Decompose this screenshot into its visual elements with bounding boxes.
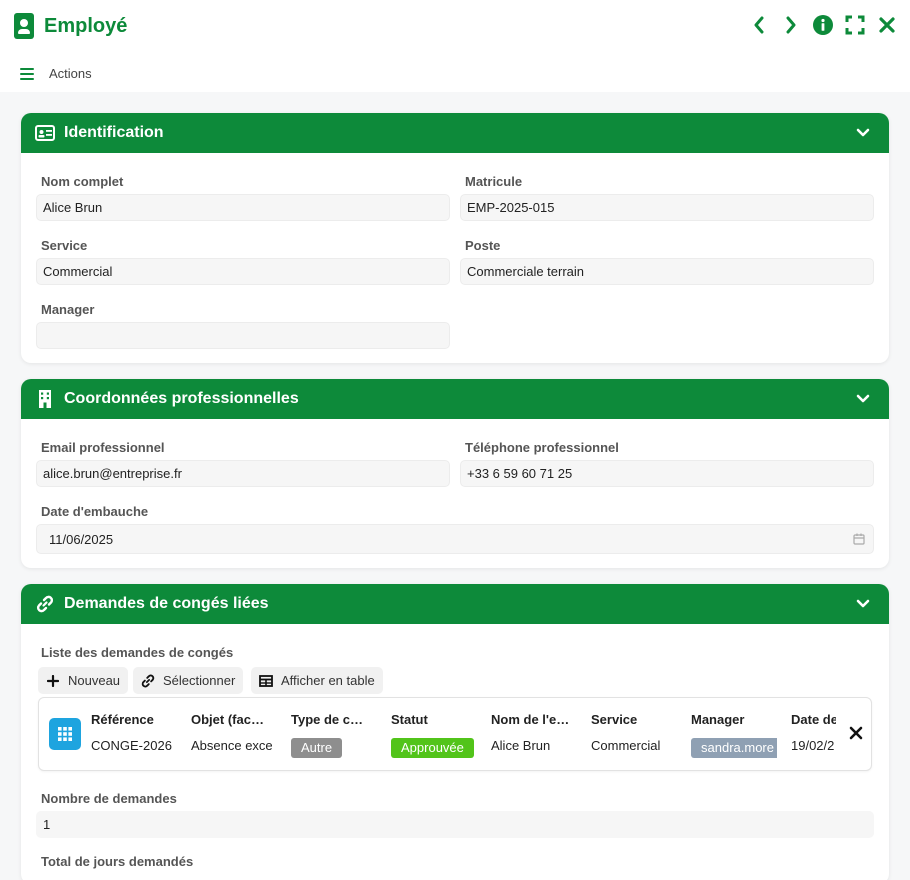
identification-title: Identification [64, 124, 164, 141]
chevron-down-icon[interactable] [855, 596, 871, 612]
matricule-label: Matricule [465, 174, 523, 189]
selectionner-button[interactable]: Sélectionner [133, 667, 244, 694]
email-label: Email professionnel [41, 440, 165, 455]
nombre-demandes-label: Nombre de demandes [41, 791, 177, 806]
identification-section: Identification Nom complet Alice Brun Ma… [21, 113, 889, 363]
cell-manager: sandra.more [691, 738, 777, 758]
actions-label: Actions [49, 66, 92, 81]
conges-title: Demandes de congés liées [64, 595, 269, 612]
actions-menu[interactable]: Actions [20, 66, 92, 81]
col-header-service: Service [591, 712, 638, 727]
telephone-label: Téléphone professionnel [465, 440, 619, 455]
close-icon [849, 726, 863, 740]
col-header-manager: Manager [691, 712, 745, 727]
coordonnees-header[interactable]: Coordonnées professionnelles [21, 379, 889, 419]
window-title-area: Employé [14, 13, 127, 39]
col-header-type: Type de c… [291, 712, 364, 727]
poste-label: Poste [465, 238, 501, 253]
cell-reference: CONGE-2026 [91, 738, 172, 753]
expand-icon [845, 15, 865, 35]
col-header-statut: Statut [391, 712, 428, 727]
nom-complet-field[interactable]: Alice Brun [36, 194, 450, 221]
conges-header[interactable]: Demandes de congés liées [21, 584, 889, 624]
cell-statut: Approuvée [391, 738, 479, 758]
top-bar: Employé Actions [0, 0, 910, 92]
close-icon [879, 17, 895, 33]
link-icon [35, 595, 55, 613]
cell-nom: Alice Brun [491, 738, 551, 753]
hamburger-menu-icon [20, 67, 34, 80]
chevron-left-icon [754, 16, 764, 34]
nouveau-button[interactable]: Nouveau [38, 667, 129, 694]
table-icon [259, 674, 273, 688]
statut-badge: Approuvée [391, 738, 474, 758]
cell-service: Commercial [591, 738, 661, 753]
cell-type: Autre [291, 738, 379, 758]
coordonnees-title: Coordonnées professionnelles [64, 390, 299, 407]
nom-complet-label: Nom complet [41, 174, 124, 189]
conges-section: Demandes de congés liées Liste des deman… [21, 584, 889, 880]
remove-link-button[interactable] [849, 726, 863, 740]
date-embauche-label: Date d'embauche [41, 504, 149, 519]
telephone-field[interactable]: +33 6 59 60 71 25 [460, 460, 874, 487]
chevron-down-icon[interactable] [855, 125, 871, 141]
col-header-nom: Nom de l'e… [491, 712, 570, 727]
chevron-right-icon [786, 16, 796, 34]
selectionner-label: Sélectionner [163, 673, 236, 688]
liste-demandes-label: Liste des demandes de congés [41, 645, 234, 660]
service-field[interactable]: Commercial [36, 258, 450, 285]
plus-icon [46, 674, 60, 688]
window-title: Employé [44, 14, 128, 37]
afficher-table-button[interactable]: Afficher en table [251, 667, 383, 694]
email-field[interactable]: alice.brun@entreprise.fr [36, 460, 450, 487]
link-icon [141, 674, 155, 688]
poste-field[interactable]: Commerciale terrain [460, 258, 874, 285]
fullscreen-button[interactable] [844, 14, 866, 36]
nouveau-label: Nouveau [68, 673, 121, 688]
conge-record-card[interactable]: Référence Objet (fac… Type de c… Statut … [38, 697, 872, 771]
manager-field[interactable] [36, 322, 450, 349]
coordonnees-section: Coordonnées professionnelles Email profe… [21, 379, 889, 568]
matricule-field[interactable]: EMP-2025-015 [460, 194, 874, 221]
grid-icon [49, 718, 81, 750]
nombre-demandes-field[interactable]: 1 [36, 811, 874, 838]
building-icon [35, 390, 55, 408]
window-controls [748, 14, 898, 36]
afficher-table-label: Afficher en table [281, 673, 375, 688]
col-header-reference: Référence [91, 712, 154, 727]
next-record-button[interactable] [780, 14, 802, 36]
chevron-down-icon[interactable] [855, 391, 871, 407]
employee-badge-icon [14, 13, 34, 39]
date-embauche-value: 11/06/2025 [49, 531, 114, 547]
manager-badge: sandra.more [691, 738, 777, 758]
date-embauche-field[interactable]: 11/06/2025 [36, 524, 874, 554]
cell-objet: Absence exce [191, 738, 273, 753]
close-window-button[interactable] [876, 14, 898, 36]
info-icon [813, 15, 833, 35]
type-badge: Autre [291, 738, 343, 758]
id-card-icon [35, 124, 55, 142]
info-button[interactable] [812, 14, 834, 36]
col-header-objet: Objet (fac… [191, 712, 264, 727]
manager-label: Manager [41, 302, 95, 317]
previous-record-button[interactable] [748, 14, 770, 36]
calendar-icon[interactable] [853, 533, 865, 545]
cell-date: 19/02/2 [791, 738, 835, 753]
service-label: Service [41, 238, 88, 253]
total-jours-label: Total de jours demandés [41, 854, 194, 869]
col-header-date: Date de [791, 712, 836, 727]
identification-header[interactable]: Identification [21, 113, 889, 153]
